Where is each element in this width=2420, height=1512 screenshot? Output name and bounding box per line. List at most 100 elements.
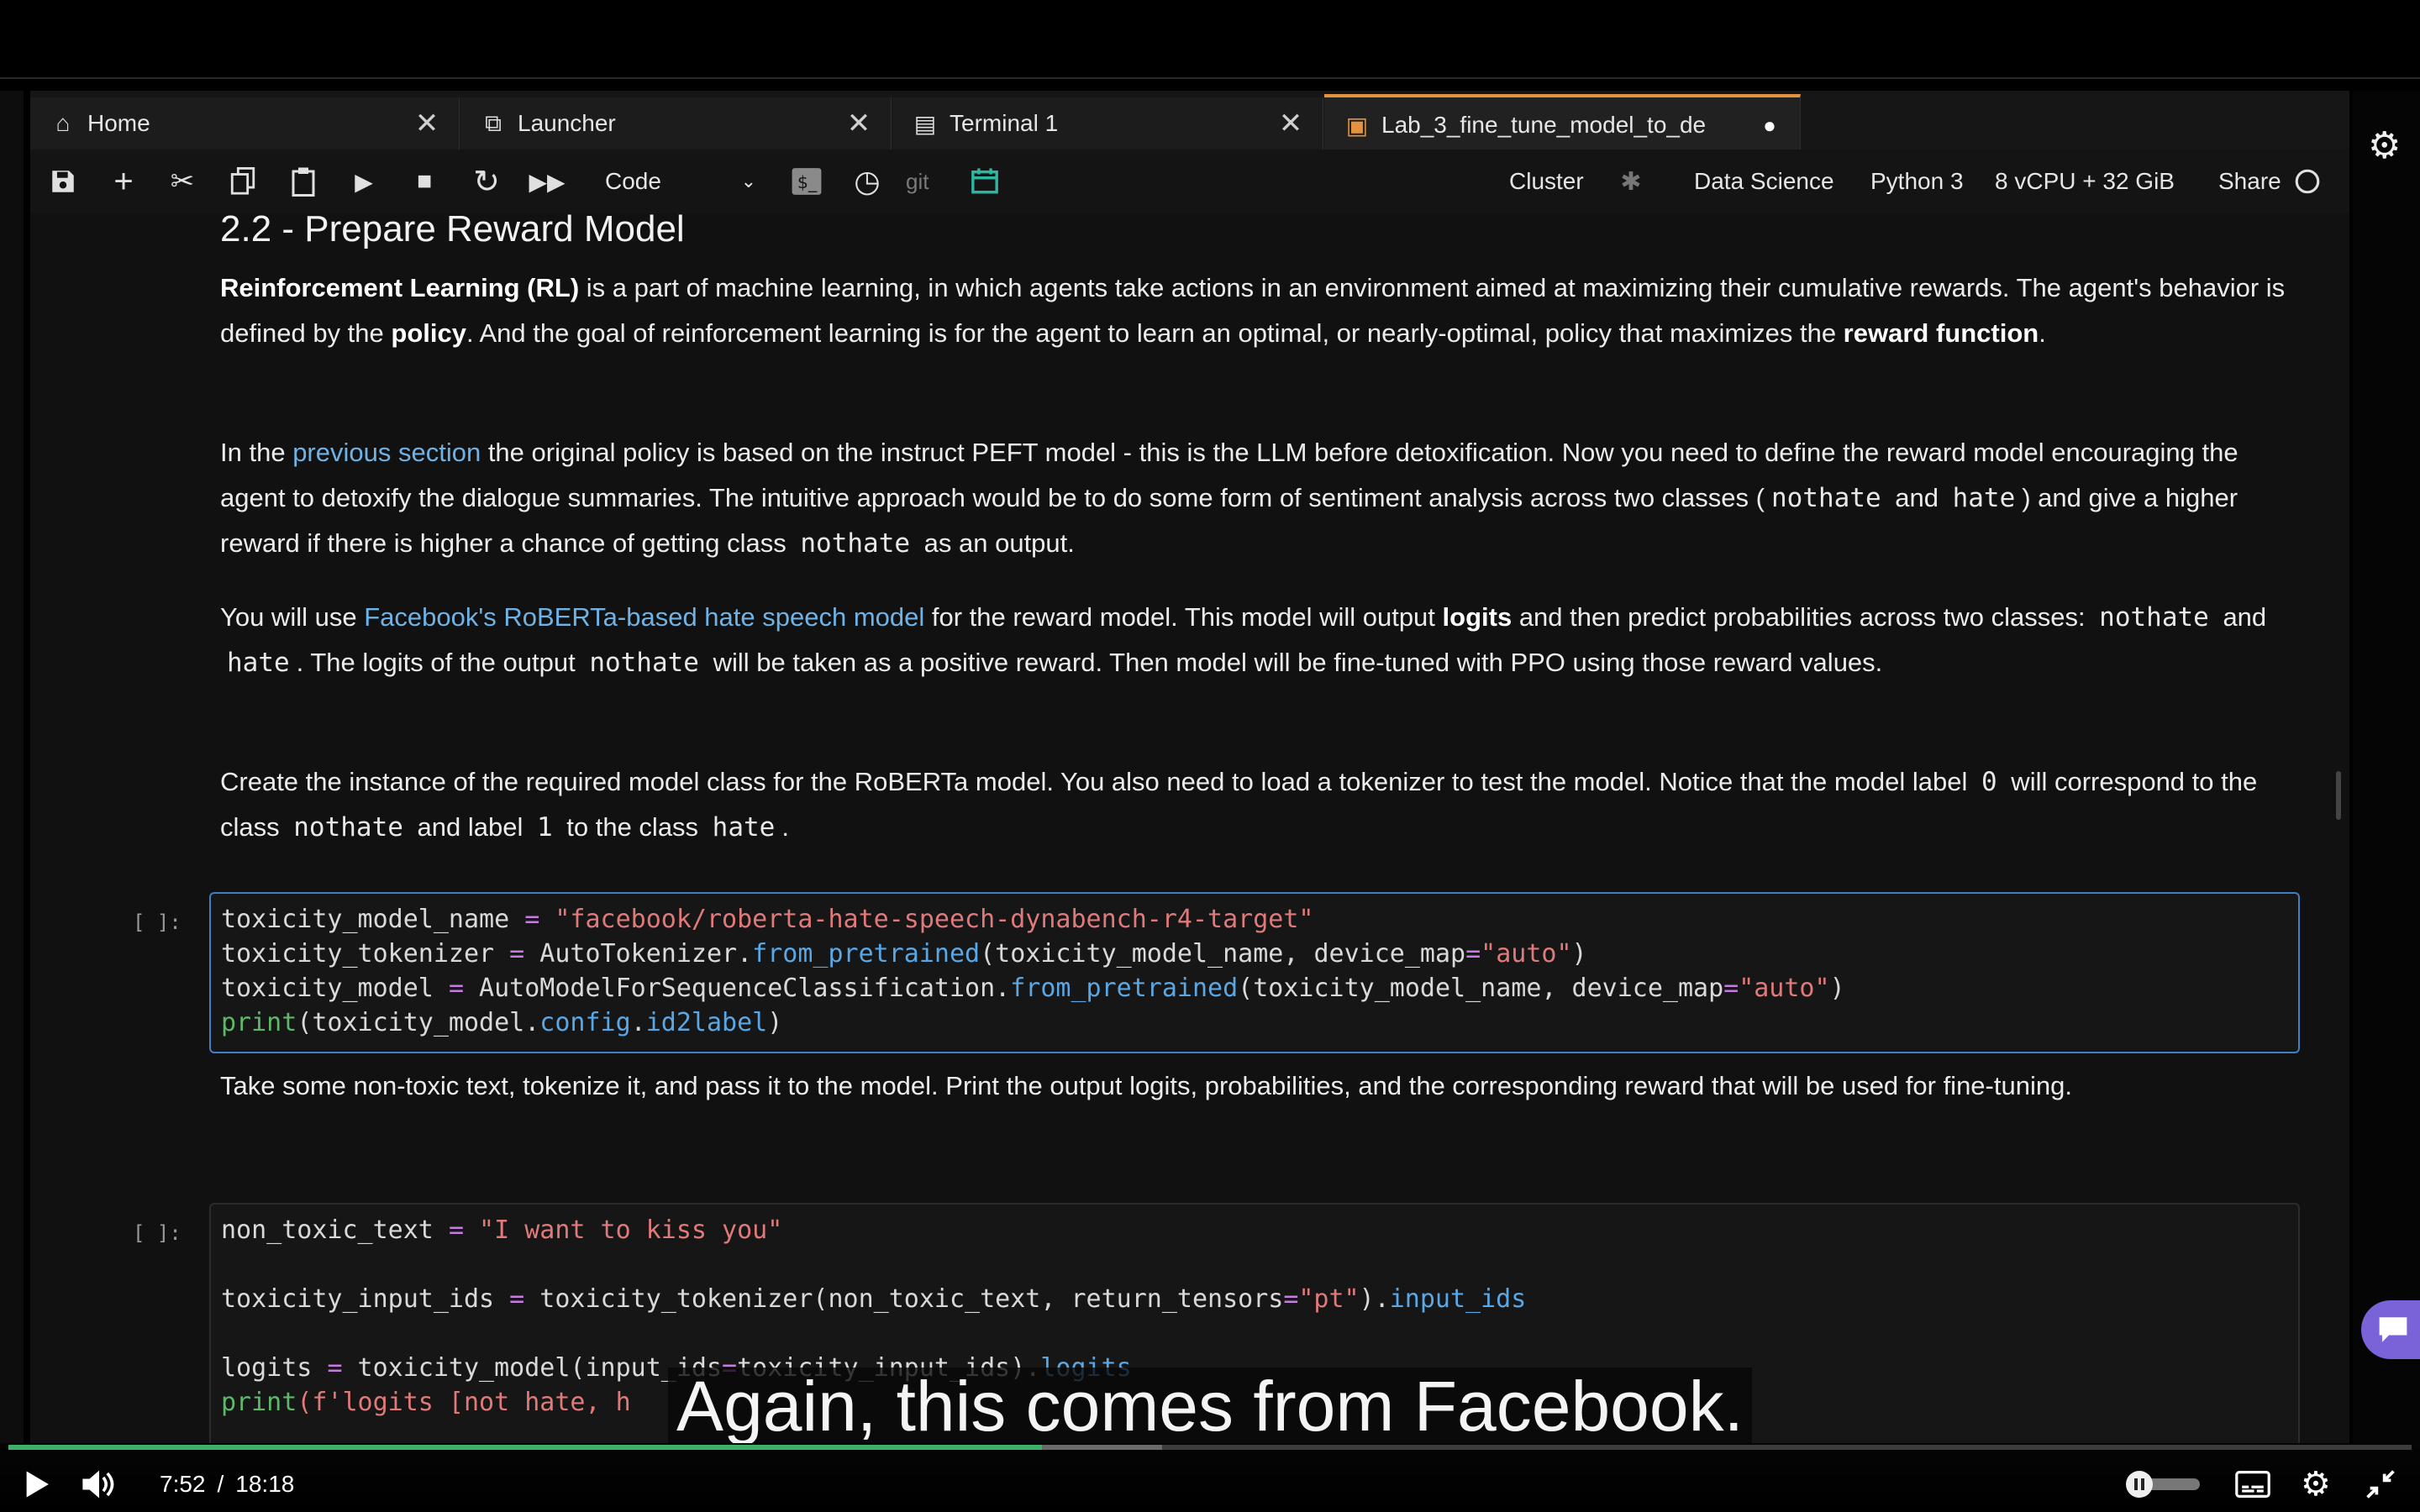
kernel-label[interactable]: Python 3 bbox=[1870, 150, 1964, 213]
cell-prompt: [ ]: bbox=[133, 1221, 182, 1245]
video-progress-bar[interactable] bbox=[8, 1445, 2412, 1450]
markdown-paragraph-model: You will use Facebook's RoBERTa-based ha… bbox=[220, 595, 2287, 685]
stop-icon[interactable]: ■ bbox=[398, 150, 450, 213]
settings-icon[interactable]: ⚙ bbox=[2301, 1463, 2339, 1505]
tab-terminal[interactable]: ▤ Terminal 1 ✕ bbox=[892, 97, 1323, 150]
inline-code: nothate bbox=[800, 528, 911, 559]
inline-code: nothate bbox=[293, 812, 403, 843]
code-token: = bbox=[509, 1284, 525, 1314]
code-cell-load-model[interactable]: toxicity_model_name = "facebook/roberta-… bbox=[209, 892, 2300, 1053]
notebook-toolbar: + ✂ ▶ ■ ↻ ▶▶ Code ⌄ $_ ◷ git Cluster ✱ D… bbox=[30, 150, 2349, 214]
time-display: 7:52 / 18:18 bbox=[160, 1463, 294, 1505]
code-token: "auto" bbox=[1739, 974, 1830, 1003]
markdown-paragraph-policy: In the previous section the original pol… bbox=[220, 430, 2287, 566]
run-all-icon[interactable]: ▶▶ bbox=[521, 150, 573, 213]
cell-type-value: Code bbox=[605, 168, 661, 194]
paste-icon[interactable] bbox=[277, 150, 329, 213]
code-token: AutoModelForSequenceClassification. bbox=[464, 974, 1011, 1003]
text: and bbox=[2215, 602, 2267, 632]
current-time: 7:52 bbox=[160, 1471, 206, 1497]
code-token: = bbox=[1283, 1284, 1299, 1314]
left-edge-strip bbox=[0, 91, 24, 1443]
code-token: from_pretrained bbox=[1010, 974, 1239, 1003]
code-token: toxicity_input_ids bbox=[221, 1284, 510, 1314]
jupyterlab-window: ⌂ Home ✕ ⧉ Launcher ✕ ▤ Terminal 1 ✕ ▣ L… bbox=[30, 91, 2349, 1443]
notebook-scrollbar[interactable] bbox=[2336, 771, 2341, 820]
bold-rl: Reinforcement Learning (RL) bbox=[220, 273, 580, 302]
code-token: input_ids bbox=[1389, 1284, 1527, 1314]
code-block[interactable]: toxicity_model_name = "facebook/roberta-… bbox=[221, 902, 1845, 1040]
code-token: "pt" bbox=[1298, 1284, 1360, 1314]
cell-prompt: [ ]: bbox=[133, 911, 182, 934]
captions-icon[interactable] bbox=[2235, 1463, 2274, 1505]
text: for the reward model. This model will ou… bbox=[924, 602, 1443, 632]
inline-code: 0 bbox=[1981, 767, 1997, 797]
volume-icon[interactable] bbox=[81, 1463, 123, 1505]
tab-label: Home bbox=[87, 110, 150, 136]
instance-type-label[interactable]: 8 vCPU + 32 GiB bbox=[1995, 150, 2175, 213]
add-cell-icon[interactable]: + bbox=[97, 150, 150, 213]
code-token: id2label bbox=[645, 1008, 768, 1037]
chevron-down-icon: ⌄ bbox=[740, 171, 756, 192]
home-icon: ⌂ bbox=[55, 110, 71, 136]
kernel-image-label[interactable]: Data Science bbox=[1694, 150, 1834, 213]
code-token: toxicity_tokenizer bbox=[221, 939, 510, 969]
clock-icon[interactable]: ◷ bbox=[842, 150, 892, 213]
code-token: (toxicity_model. bbox=[297, 1008, 540, 1037]
save-icon[interactable] bbox=[37, 150, 89, 213]
run-icon[interactable]: ▶ bbox=[338, 150, 390, 213]
code-token: "facebook/roberta-hate-speech-dynabench-… bbox=[555, 905, 1314, 934]
code-token: non_toxic_text bbox=[221, 1215, 449, 1245]
code-token: ) bbox=[1829, 974, 1845, 1003]
previous-section-link[interactable]: previous section bbox=[292, 438, 481, 467]
duration: 18:18 bbox=[235, 1471, 295, 1497]
chat-bubble-icon[interactable] bbox=[2361, 1300, 2420, 1359]
code-token: print bbox=[221, 1008, 297, 1037]
inline-code: nothate bbox=[1770, 483, 1881, 513]
code-token: = bbox=[509, 939, 525, 969]
text: and then predict probabilities across tw… bbox=[1512, 602, 2093, 632]
tab-launcher[interactable]: ⧉ Launcher ✕ bbox=[460, 97, 892, 150]
text: In the bbox=[220, 438, 293, 467]
copy-icon[interactable] bbox=[217, 150, 269, 213]
code-token: = bbox=[1723, 974, 1739, 1003]
inline-code: hate bbox=[227, 648, 290, 678]
cluster-button[interactable]: Cluster bbox=[1509, 150, 1584, 213]
facebook-model-link[interactable]: Facebook's RoBERTa-based hate speech mod… bbox=[364, 602, 924, 632]
section-heading: 2.2 - Prepare Reward Model bbox=[220, 213, 685, 249]
kernel-status-icon bbox=[2291, 150, 2324, 213]
exit-fullscreen-icon[interactable] bbox=[2366, 1463, 2405, 1505]
cell-type-select[interactable]: Code ⌄ bbox=[605, 150, 756, 213]
video-subtitle: Again, this comes from Facebook. bbox=[0, 1368, 2420, 1445]
bold-logits: logits bbox=[1442, 602, 1512, 632]
share-button[interactable]: Share bbox=[2218, 150, 2281, 213]
terminal-console-icon[interactable]: $_ bbox=[781, 150, 832, 213]
code-token: (toxicity_model_name, device_map bbox=[1238, 974, 1724, 1003]
play-icon[interactable] bbox=[24, 1463, 60, 1505]
time-separator: / bbox=[217, 1471, 224, 1497]
right-sidebar: ⚙ bbox=[2353, 91, 2420, 1443]
close-icon[interactable]: ✕ bbox=[842, 107, 876, 140]
bug-icon[interactable]: ✱ bbox=[1610, 150, 1652, 213]
subtitle-text: Again, this comes from Facebook. bbox=[668, 1368, 1752, 1445]
restart-icon[interactable]: ↻ bbox=[460, 150, 513, 213]
code-token: ) bbox=[1571, 939, 1587, 969]
cut-icon[interactable]: ✂ bbox=[156, 150, 208, 213]
tab-label: Launcher bbox=[518, 110, 616, 136]
text: Create the instance of the required mode… bbox=[220, 767, 1975, 796]
unsaved-dot-icon[interactable]: ● bbox=[1753, 113, 1786, 139]
text: as an output. bbox=[917, 528, 1075, 558]
played-bar bbox=[8, 1445, 1042, 1450]
tab-home[interactable]: ⌂ Home ✕ bbox=[30, 97, 460, 150]
tab-notebook[interactable]: ▣ Lab_3_fine_tune_model_to_de ● bbox=[1324, 94, 1801, 153]
text: and label bbox=[409, 812, 530, 842]
calendar-sync-icon[interactable] bbox=[960, 150, 1010, 213]
git-button[interactable]: git bbox=[906, 150, 929, 213]
close-icon[interactable]: ✕ bbox=[1274, 107, 1307, 140]
inline-code: 1 bbox=[536, 812, 553, 843]
code-token: = bbox=[448, 974, 464, 1003]
close-icon[interactable]: ✕ bbox=[410, 107, 444, 140]
settings-gear-icon[interactable]: ⚙ bbox=[2368, 124, 2401, 167]
code-token: "auto" bbox=[1481, 939, 1572, 969]
autoplay-toggle[interactable] bbox=[2126, 1463, 2203, 1505]
